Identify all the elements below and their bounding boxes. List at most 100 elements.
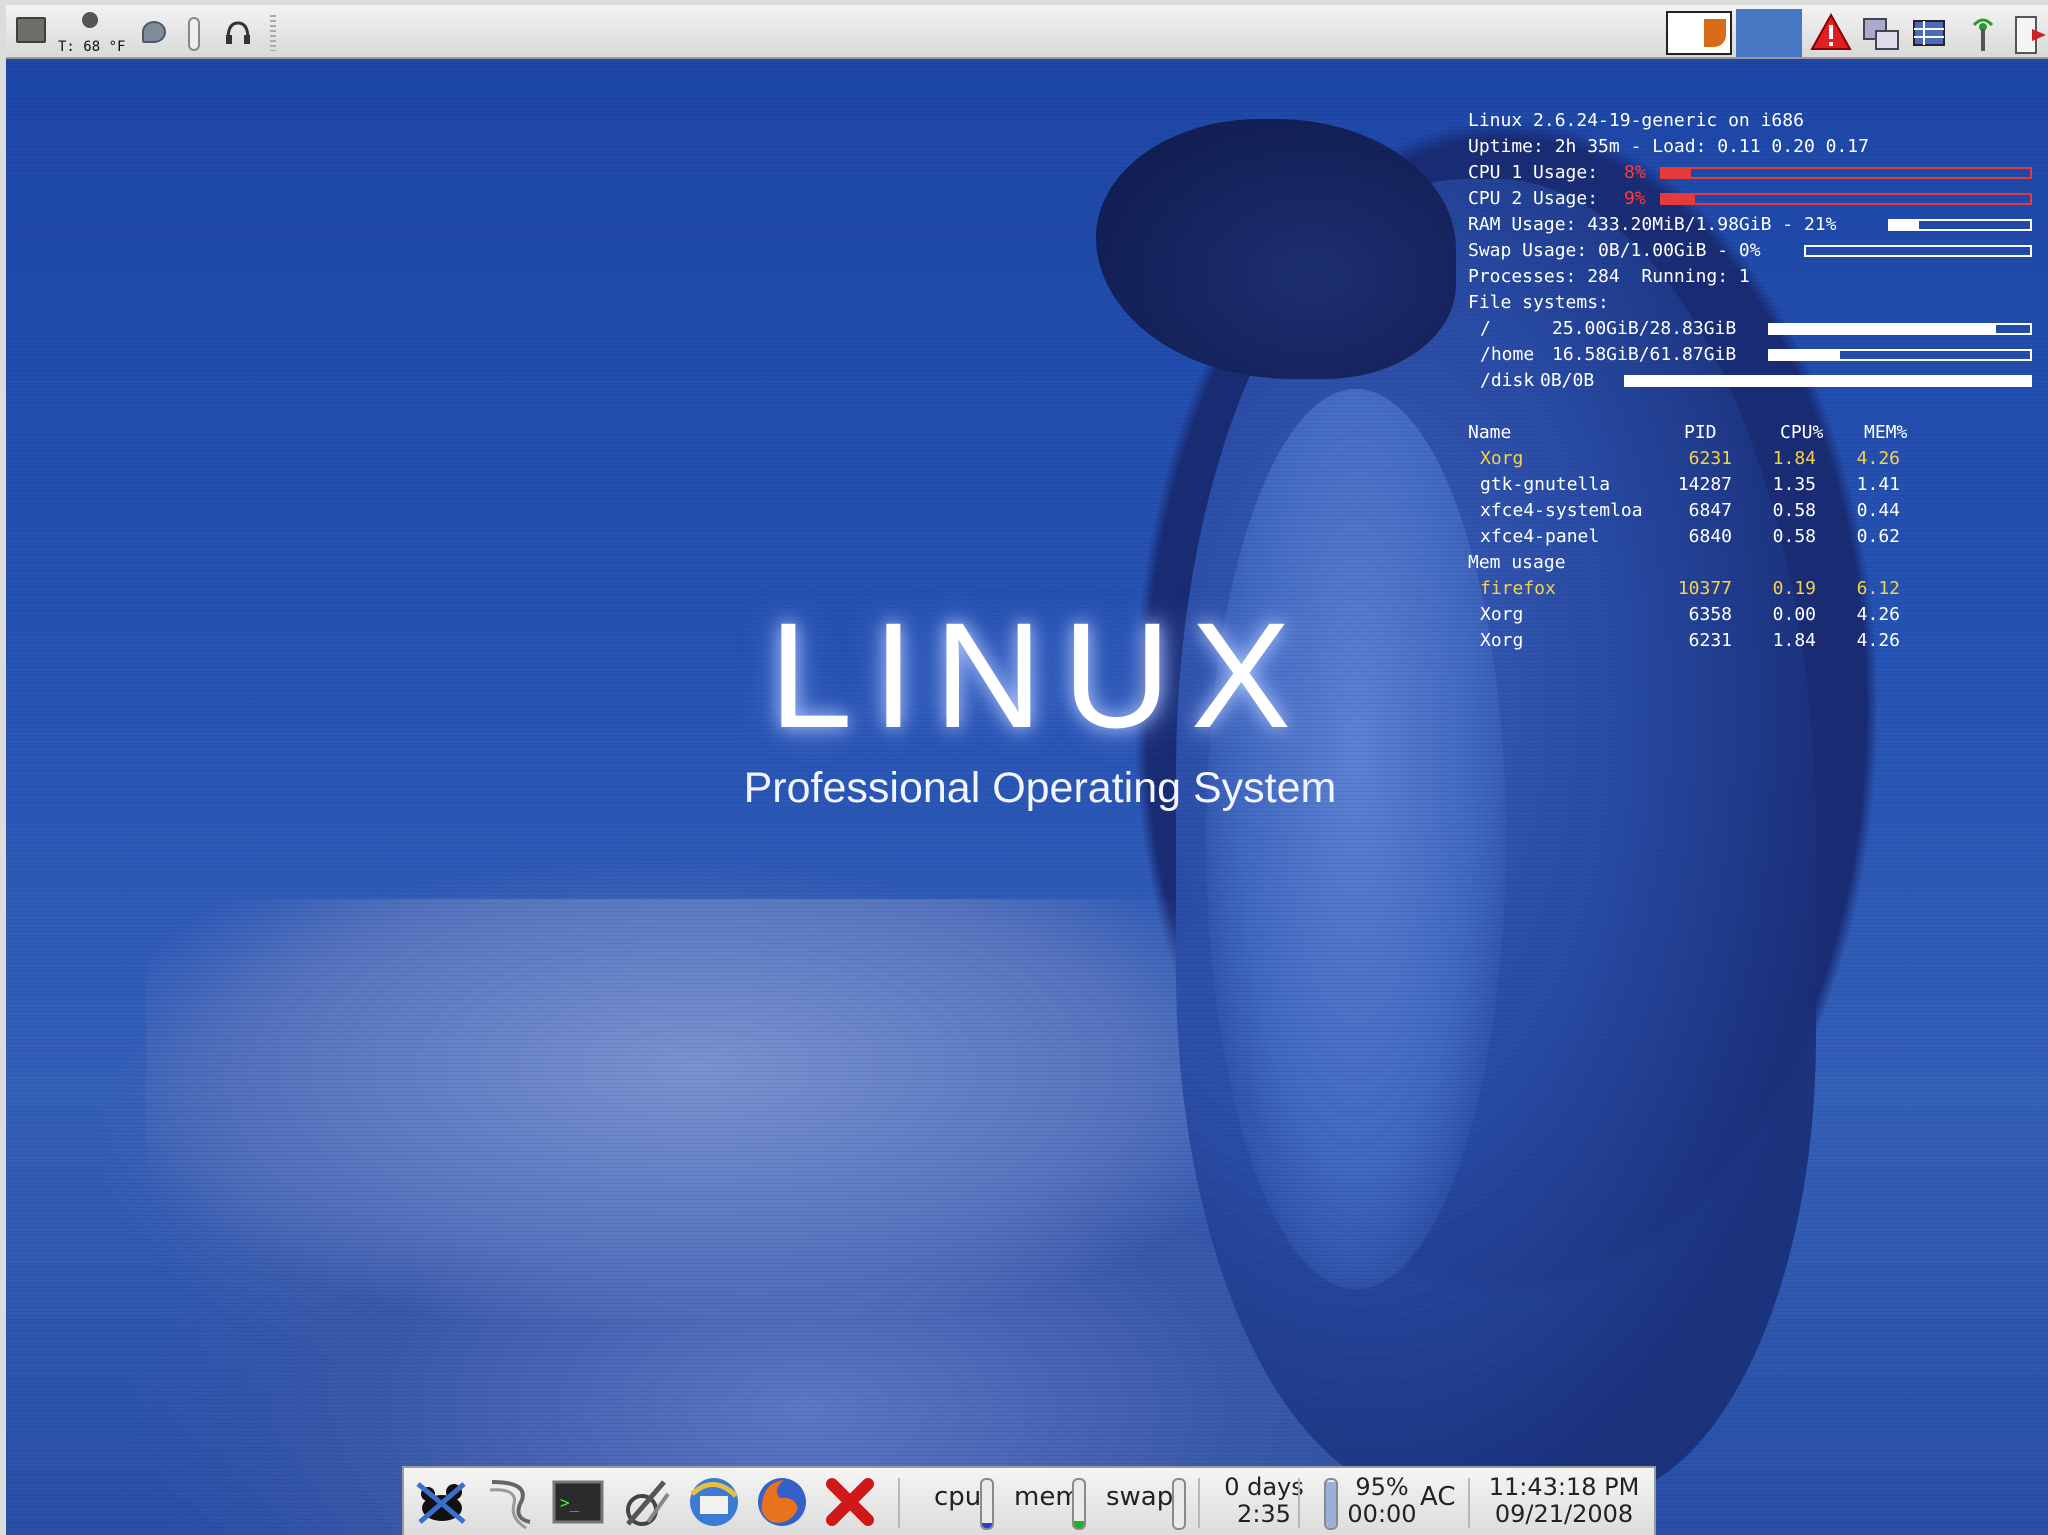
volume-icon[interactable]	[142, 21, 166, 43]
fs-mount: /disk	[1480, 370, 1535, 391]
proc-name: Xorg	[1480, 630, 1524, 651]
temperature-label: T: 68 °F	[58, 39, 126, 55]
panel-separator	[898, 1478, 900, 1528]
col-header-name: Name	[1468, 422, 1512, 443]
proc-mem: 6.12	[1856, 578, 1900, 599]
panel-separator	[1468, 1478, 1470, 1528]
proc-cpu: 1.84	[1772, 448, 1816, 469]
proc-mem: 0.62	[1856, 526, 1900, 547]
proc-cpu: 0.58	[1772, 500, 1816, 521]
col-header-pid: PID	[1684, 422, 1717, 443]
proc-mem: 4.26	[1856, 630, 1900, 651]
mem-monitor-label: mem	[1014, 1482, 1081, 1512]
proc-name: xfce4-systemloa	[1480, 500, 1643, 521]
system-tool-icon[interactable]	[618, 1474, 674, 1530]
wireless-icon[interactable]	[1968, 15, 1998, 53]
fs-bar	[1624, 375, 2032, 387]
proc-cpu: 0.58	[1772, 526, 1816, 547]
wallpaper-tagline: Professional Operating System	[743, 764, 1337, 812]
cpu2-bar-fill	[1662, 195, 1696, 203]
proc-name: Xorg	[1480, 448, 1524, 469]
proc-cpu: 0.00	[1772, 604, 1816, 625]
uptime-load: Uptime: 2h 35m - Load: 0.11 0.20 0.17	[1468, 136, 1869, 157]
panel-separator	[1298, 1478, 1300, 1528]
proc-pid: 14287	[1677, 474, 1732, 495]
cpu-monitor-bar[interactable]	[980, 1478, 994, 1530]
close-x-icon[interactable]	[822, 1474, 878, 1530]
processes: Processes: 284 Running: 1	[1468, 266, 1750, 287]
proc-pid: 6358	[1688, 604, 1732, 625]
workspace-1-preview[interactable]	[1666, 11, 1732, 55]
uptime-widget[interactable]: 0 days 2:35	[1200, 1474, 1328, 1528]
cpu2-bar	[1660, 193, 2032, 205]
app-window-icon[interactable]	[16, 17, 46, 43]
top-panel: T: 68 °F	[6, 5, 2048, 59]
ram-bar-fill	[1890, 221, 1920, 229]
mem-monitor-fill	[1074, 1520, 1084, 1528]
mem-usage-header: Mem usage	[1468, 552, 1566, 573]
fs-usage: 25.00GiB/28.83GiB	[1552, 318, 1737, 339]
cpu-monitor-fill	[982, 1523, 992, 1528]
swap-usage: Swap Usage: 0B/1.00GiB - 0%	[1468, 240, 1761, 261]
clock-date: 09/21/2008	[1494, 1500, 1634, 1528]
cpu1-bar	[1660, 167, 2032, 179]
svg-text:>_: >_	[560, 1493, 580, 1512]
xfce-mouse-icon[interactable]	[414, 1474, 470, 1530]
cpu1-value: 8%	[1624, 162, 1646, 183]
bottom-panel: >_ cpu mem swap 0 days 2:35 95% 00:00 AC…	[402, 1466, 1656, 1535]
headphones-icon[interactable]	[224, 19, 252, 45]
logout-icon[interactable]	[2012, 15, 2048, 55]
cpu2-label: CPU 2 Usage:	[1468, 188, 1599, 209]
fs-mount: /home	[1480, 344, 1535, 365]
kernel-info: Linux 2.6.24-19-generic on i686	[1468, 110, 1804, 131]
col-header-mem: MEM%	[1864, 422, 1908, 443]
ram-bar	[1888, 219, 2032, 231]
clock-time: 11:43:18 PM	[1488, 1473, 1640, 1501]
wallpaper-logo-text: LINUX	[769, 591, 1311, 759]
clock-widget[interactable]: 11:43:18 PM 09/21/2008	[1480, 1474, 1648, 1528]
firewall-icon[interactable]	[1912, 17, 1946, 49]
proc-mem: 4.26	[1856, 448, 1900, 469]
proc-mem: 4.26	[1856, 604, 1900, 625]
battery-percent: 95%	[1355, 1473, 1409, 1501]
thunderbird-icon[interactable]	[686, 1474, 742, 1530]
battery-fill	[1326, 1482, 1336, 1528]
alert-icon[interactable]	[1810, 13, 1852, 51]
battery-bar[interactable]	[1324, 1478, 1338, 1530]
proc-name: Xorg	[1480, 604, 1524, 625]
proc-pid: 6231	[1688, 448, 1732, 469]
weather-icon[interactable]	[82, 12, 98, 28]
power-source: AC	[1420, 1482, 1456, 1512]
proc-cpu: 1.35	[1772, 474, 1816, 495]
proc-cpu: 0.19	[1772, 578, 1816, 599]
cpu2-value: 9%	[1624, 188, 1646, 209]
mem-monitor-bar[interactable]	[1072, 1478, 1086, 1530]
fs-bar-fill	[1626, 377, 2030, 385]
proc-pid: 10377	[1677, 578, 1732, 599]
uptime-time: 2:35	[1237, 1500, 1291, 1528]
network-icon[interactable]	[1862, 15, 1902, 53]
volume-slider[interactable]	[188, 17, 200, 51]
terminal-icon[interactable]: >_	[550, 1474, 606, 1530]
proc-cpu: 1.84	[1772, 630, 1816, 651]
swap-monitor-bar[interactable]	[1172, 1478, 1186, 1530]
proc-pid: 6231	[1688, 630, 1732, 651]
fs-header: File systems:	[1468, 292, 1609, 313]
fs-bar	[1768, 323, 2032, 335]
battery-widget[interactable]: 95% 00:00	[1340, 1474, 1424, 1528]
fs-bar-fill	[1770, 325, 1997, 333]
proc-mem: 1.41	[1856, 474, 1900, 495]
proc-name: xfce4-panel	[1480, 526, 1600, 547]
fs-usage: 16.58GiB/61.87GiB	[1552, 344, 1737, 365]
proc-name: firefox	[1480, 578, 1556, 599]
text-editor-icon[interactable]	[482, 1474, 538, 1530]
panel-grip[interactable]	[270, 15, 276, 51]
proc-mem: 0.44	[1856, 500, 1900, 521]
cpu1-label: CPU 1 Usage:	[1468, 162, 1599, 183]
fs-bar-fill	[1770, 351, 1841, 359]
cpu-monitor-label: cpu	[934, 1482, 982, 1512]
firefox-icon[interactable]	[754, 1474, 810, 1530]
workspace-2-active[interactable]	[1736, 9, 1802, 57]
cpu1-bar-fill	[1662, 169, 1692, 177]
fs-usage: 0B/0B	[1540, 370, 1595, 391]
